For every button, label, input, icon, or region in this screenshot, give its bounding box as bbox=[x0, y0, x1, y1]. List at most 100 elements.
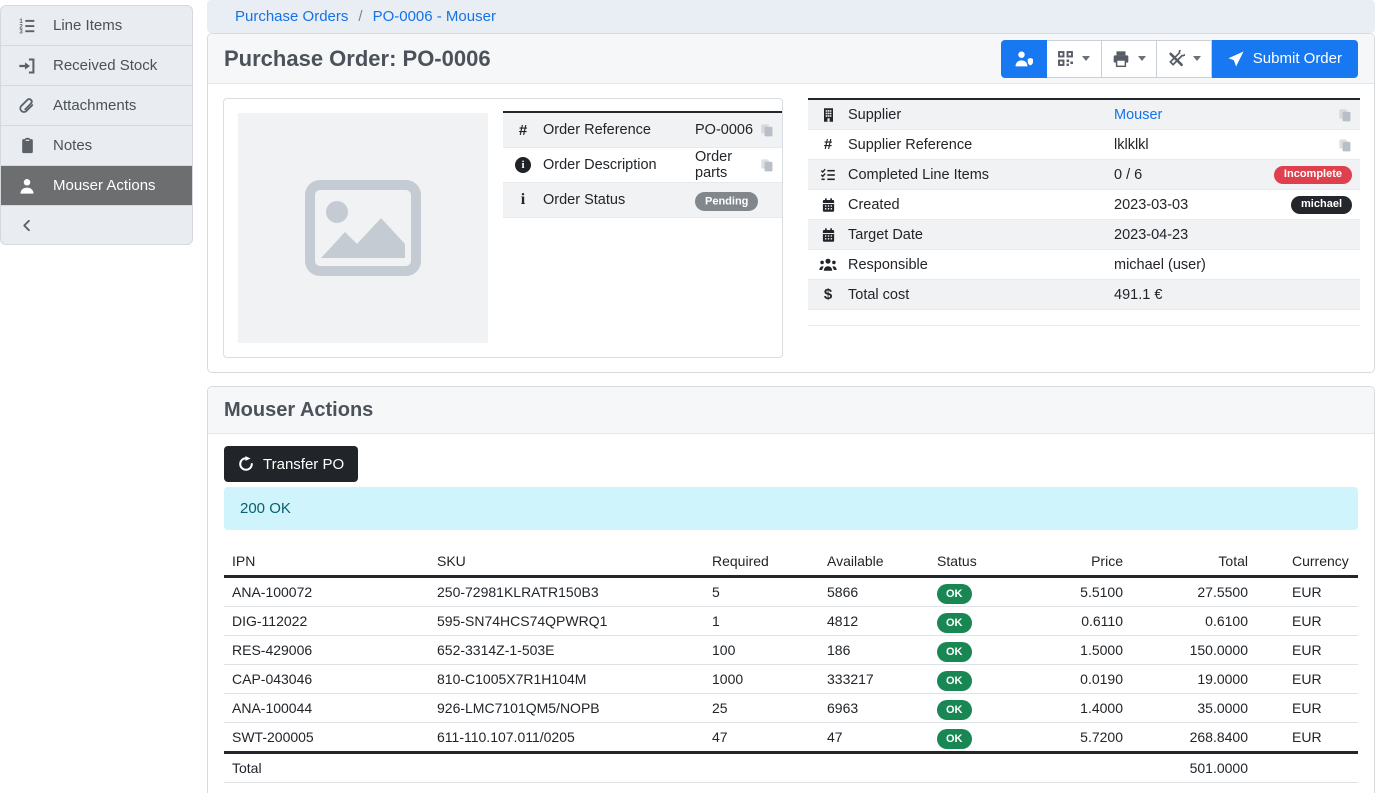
sidebar-item-attachments[interactable]: Attachments bbox=[1, 86, 192, 126]
table-total-label: Total bbox=[224, 753, 1159, 783]
supplier-details-table: Supplier Mouser # Supplier Reference lkl… bbox=[808, 98, 1360, 326]
paperclip-icon bbox=[16, 97, 38, 115]
mouser-actions-card-header: Mouser Actions bbox=[208, 387, 1374, 434]
sidebar-item-label: Notes bbox=[53, 137, 92, 154]
main-content: Purchase Orders / PO-0006 - Mouser Purch… bbox=[207, 0, 1375, 793]
user-icon bbox=[16, 177, 38, 195]
sidebar-item-label: Mouser Actions bbox=[53, 177, 156, 194]
paper-plane-icon bbox=[1228, 51, 1244, 67]
breadcrumb-separator: / bbox=[358, 8, 362, 25]
order-description-value: Order parts bbox=[695, 149, 760, 181]
hashtag-icon: # bbox=[808, 136, 848, 153]
supplier-details-filler-row bbox=[808, 310, 1360, 326]
column-header-required: Required bbox=[704, 547, 819, 577]
order-summary-box: # Order Reference PO-0006 i Order Descri… bbox=[223, 98, 783, 358]
list-ol-icon: 1 2 3 bbox=[16, 17, 38, 35]
copy-icon[interactable] bbox=[1338, 108, 1352, 122]
copy-icon[interactable] bbox=[760, 158, 774, 172]
order-reference-value: PO-0006 bbox=[695, 122, 760, 138]
purchase-order-card: Purchase Order: PO-0006 bbox=[207, 33, 1375, 373]
copy-icon[interactable] bbox=[760, 123, 774, 137]
supplier-detail-row: # Supplier Reference lklklkl bbox=[808, 130, 1360, 160]
status-badge: OK bbox=[937, 584, 972, 604]
purchase-order-card-body: # Order Reference PO-0006 i Order Descri… bbox=[208, 84, 1374, 372]
total-cost-value: 491.1 € bbox=[1114, 287, 1352, 303]
column-header-sku: SKU bbox=[429, 547, 704, 577]
sidebar-item-label: Line Items bbox=[53, 17, 122, 34]
target-date-value: 2023-04-23 bbox=[1114, 227, 1352, 243]
column-header-price: Price bbox=[1024, 547, 1159, 577]
transfer-po-button[interactable]: Transfer PO bbox=[224, 446, 358, 482]
mouser-actions-title: Mouser Actions bbox=[224, 399, 373, 422]
breadcrumb: Purchase Orders / PO-0006 - Mouser bbox=[207, 0, 1375, 33]
status-badge: OK bbox=[937, 700, 972, 720]
caret-down-icon bbox=[1193, 56, 1201, 61]
table-row: SWT-200005 611-110.107.011/0205 47 47 OK… bbox=[224, 723, 1358, 753]
table-total-value: 501.0000 bbox=[1159, 753, 1284, 783]
status-badge: OK bbox=[937, 729, 972, 749]
hashtag-icon: # bbox=[503, 122, 543, 139]
order-status-badge: Pending bbox=[695, 192, 758, 211]
user-permissions-button[interactable] bbox=[1001, 40, 1047, 78]
order-details-table: # Order Reference PO-0006 i Order Descri… bbox=[503, 111, 782, 218]
tools-icon bbox=[1167, 50, 1185, 68]
order-detail-row: i Order Description Order parts bbox=[503, 148, 782, 183]
dollar-icon: $ bbox=[808, 286, 848, 303]
sidebar-item-mouser-actions[interactable]: Mouser Actions bbox=[1, 166, 192, 206]
column-header-currency: Currency bbox=[1284, 547, 1358, 577]
order-actions-button[interactable] bbox=[1157, 40, 1212, 78]
info-circle-icon: i bbox=[503, 157, 543, 173]
sidebar-collapse-button[interactable] bbox=[1, 206, 192, 244]
supplier-detail-row: Responsible michael (user) bbox=[808, 250, 1360, 280]
sidebar-item-notes[interactable]: Notes bbox=[1, 126, 192, 166]
printer-icon bbox=[1112, 50, 1130, 68]
incomplete-badge: Incomplete bbox=[1274, 166, 1352, 184]
completed-line-items-value: 0 / 6 bbox=[1114, 167, 1274, 183]
mouser-actions-table: IPN SKU Required Available Status Price … bbox=[224, 547, 1358, 783]
mouser-actions-card-body: Transfer PO 200 OK IPN SKU Required Avai… bbox=[208, 434, 1374, 793]
sidebar: 1 2 3 Line Items Received Stock bbox=[0, 5, 193, 245]
supplier-detail-row: Completed Line Items 0 / 6 Incomplete bbox=[808, 160, 1360, 190]
transfer-po-label: Transfer PO bbox=[263, 456, 344, 473]
order-detail-row: i Order Status Pending bbox=[503, 183, 782, 218]
supplier-reference-value: lklklkl bbox=[1114, 137, 1338, 153]
sidebar-item-label: Received Stock bbox=[53, 57, 157, 74]
status-badge: OK bbox=[937, 613, 972, 633]
status-alert-text: 200 OK bbox=[240, 500, 291, 517]
print-actions-button[interactable] bbox=[1102, 40, 1157, 78]
status-alert: 200 OK bbox=[224, 487, 1358, 530]
column-header-ipn: IPN bbox=[224, 547, 429, 577]
created-by-badge: michael bbox=[1291, 196, 1352, 214]
clipboard-icon bbox=[16, 137, 38, 154]
sidebar-item-line-items[interactable]: 1 2 3 Line Items bbox=[1, 6, 192, 46]
mouser-actions-card: Mouser Actions Transfer PO 200 OK bbox=[207, 386, 1375, 793]
table-row: RES-429006 652-3314Z-1-503E 100 186 OK 1… bbox=[224, 636, 1358, 665]
rotate-icon bbox=[238, 456, 254, 472]
submit-order-button[interactable]: Submit Order bbox=[1212, 40, 1358, 78]
table-row: DIG-112022 595-SN74HCS74QPWRQ1 1 4812 OK… bbox=[224, 607, 1358, 636]
supplier-detail-row: $ Total cost 491.1 € bbox=[808, 280, 1360, 310]
supplier-link[interactable]: Mouser bbox=[1114, 107, 1162, 123]
image-placeholder-icon bbox=[305, 180, 421, 276]
calendar-icon bbox=[808, 197, 848, 213]
barcode-actions-button[interactable] bbox=[1047, 40, 1102, 78]
calendar-icon bbox=[808, 227, 848, 243]
page-title: Purchase Order: PO-0006 bbox=[224, 46, 491, 72]
breadcrumb-purchase-orders-link[interactable]: Purchase Orders bbox=[235, 8, 348, 25]
sidebar-item-received-stock[interactable]: Received Stock bbox=[1, 46, 192, 86]
sign-in-icon bbox=[16, 57, 38, 75]
table-total-row: Total 501.0000 bbox=[224, 753, 1358, 783]
order-detail-row: # Order Reference PO-0006 bbox=[503, 113, 782, 148]
qrcode-icon bbox=[1057, 50, 1074, 67]
user-shield-icon bbox=[1014, 49, 1033, 68]
copy-icon[interactable] bbox=[1338, 138, 1352, 152]
breadcrumb-current-order-link[interactable]: PO-0006 - Mouser bbox=[373, 8, 496, 25]
table-row: ANA-100072 250-72981KLRATR150B3 5 5866 O… bbox=[224, 577, 1358, 607]
created-value: 2023-03-03 bbox=[1114, 197, 1291, 213]
order-image-placeholder[interactable] bbox=[238, 113, 488, 343]
column-header-available: Available bbox=[819, 547, 929, 577]
sidebar-item-label: Attachments bbox=[53, 97, 136, 114]
chevron-left-icon bbox=[16, 218, 38, 233]
status-badge: OK bbox=[937, 671, 972, 691]
table-row: CAP-043046 810-C1005X7R1H104M 1000 33321… bbox=[224, 665, 1358, 694]
